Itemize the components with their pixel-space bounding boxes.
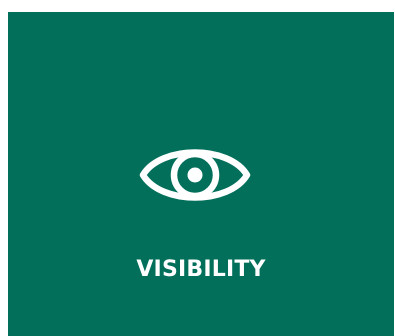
card-title: VISIBILITY <box>136 257 266 282</box>
visibility-card[interactable]: VISIBILITY <box>8 12 394 336</box>
eye-icon <box>139 149 251 201</box>
